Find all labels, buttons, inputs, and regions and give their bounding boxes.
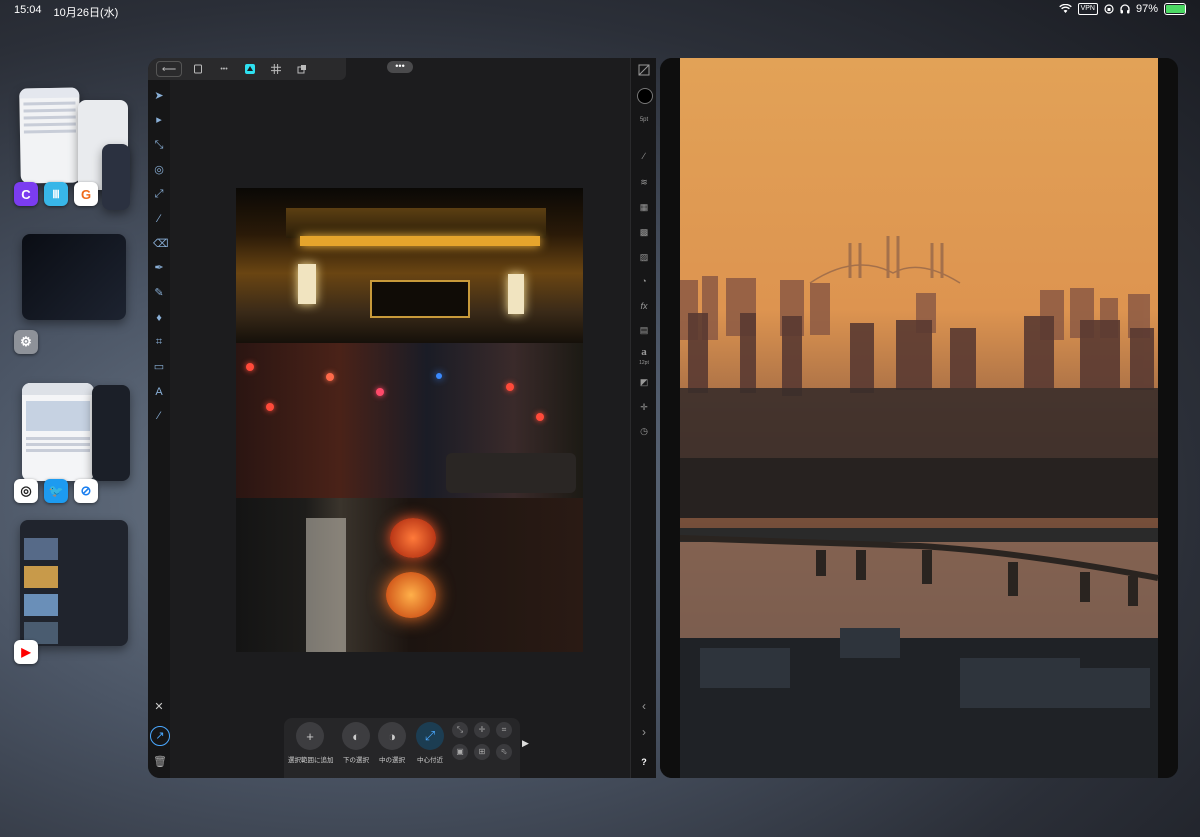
- brush-panel-icon[interactable]: ∕: [638, 150, 650, 162]
- rectangle-tool-icon[interactable]: ▭: [153, 361, 165, 373]
- app-card-mini[interactable]: [102, 144, 130, 210]
- snap-icon-2[interactable]: ✛: [474, 722, 490, 738]
- add-to-selection-button[interactable]: + 選択範囲に追加: [288, 722, 334, 764]
- pen-tool-icon[interactable]: ✒: [153, 262, 165, 274]
- node-tool-icon[interactable]: ▸: [153, 114, 165, 126]
- snap-icon-5[interactable]: ⊞: [474, 744, 490, 760]
- context-toolbar: + 選択範囲に追加 ◐ 下の選択 ◑ 中の選択 ⤢ 中心付近 ⤡ ✛ ⌗ ▣ ⊞…: [284, 718, 520, 778]
- app-group-4[interactable]: ▶: [14, 520, 130, 664]
- swatches-icon[interactable]: ▩: [638, 226, 650, 238]
- photo-gate[interactable]: [236, 188, 583, 343]
- add-to-selection-label: 選択範囲に追加: [288, 757, 334, 764]
- center-button[interactable]: ⤢ 中心付近: [408, 722, 452, 764]
- document-icon[interactable]: [188, 62, 208, 76]
- crop-artboard-icon[interactable]: ⤡: [153, 139, 165, 151]
- next-icon[interactable]: ›: [638, 726, 650, 738]
- crop-tool-icon[interactable]: ⌗: [153, 336, 165, 348]
- left-tool-panel: ➤ ▸ ⤡ ◎ ⤢ ∕ ⌫ ✒ ✎ ♦ ⌗ ▭ A ⁄ ✕ ↗ 🗑: [148, 80, 170, 778]
- multitask-handle[interactable]: •••: [387, 61, 413, 73]
- color-swatch-icon[interactable]: [637, 88, 653, 104]
- right-tool-panel: 5pt ∕ ≋ ▦ ▩ ▨ ◔ fx ▤ a 12pt ◩ ✛ ◷ ‹ › ?: [630, 58, 656, 778]
- snap-icon-3[interactable]: ⌗: [496, 722, 512, 738]
- brush-icon[interactable]: ∕: [153, 213, 165, 225]
- navigator-icon[interactable]: ✛: [638, 401, 650, 413]
- transform-panel-icon[interactable]: ◩: [638, 376, 650, 388]
- opera-app-icon[interactable]: ◎: [14, 479, 38, 503]
- settings-app-icon[interactable]: ⚙: [14, 330, 38, 354]
- pencil-tool-icon[interactable]: ✎: [153, 287, 165, 299]
- app-card-youtube[interactable]: [20, 520, 128, 646]
- snap-icon-4[interactable]: ▣: [452, 744, 468, 760]
- app-card-browser[interactable]: [22, 383, 94, 481]
- wifi-icon: [1058, 4, 1072, 13]
- battery-percent: 97%: [1135, 3, 1158, 15]
- layers-icon[interactable]: ≋: [638, 176, 650, 188]
- photo-editor-window: ⟵ ••• ••• ➤ ▸ ⤡ ◎ ⤢ ∕ ⌫ ✒ ✎ ♦ ⌗ ▭ A ⁄ ✕ …: [148, 58, 656, 778]
- select-under-icon: ◐: [342, 722, 370, 750]
- app-group-2[interactable]: ⚙: [14, 234, 130, 359]
- app-group-1[interactable]: C Ⅲ G: [14, 87, 130, 213]
- bars-app-icon[interactable]: Ⅲ: [44, 182, 68, 206]
- add-icon: +: [296, 722, 324, 750]
- eraser-icon[interactable]: ⌫: [153, 238, 169, 250]
- center-icon: ⤢: [416, 722, 444, 750]
- snap-icon-6[interactable]: ⬁: [496, 744, 512, 760]
- adjust-icon[interactable]: ▦: [638, 201, 650, 213]
- photo-alley[interactable]: [236, 343, 583, 498]
- battery-level: [1166, 5, 1186, 13]
- status-date: 10月26日(水): [53, 7, 119, 19]
- select-inside-icon: ◑: [378, 722, 406, 750]
- status-bar: 15:04 10月26日(水) VPN 97%: [0, 0, 1200, 20]
- photo-viewer-window[interactable]: [660, 58, 1178, 778]
- app-card-twitter[interactable]: [92, 385, 130, 481]
- color-picker-icon[interactable]: ⁄: [153, 410, 165, 422]
- battery-charging-icon: [1164, 3, 1186, 15]
- assist-icon[interactable]: ↗: [150, 726, 170, 746]
- styles-icon[interactable]: ◔: [638, 275, 650, 287]
- move-tool-icon[interactable]: ➤: [153, 90, 165, 102]
- app-card-notes[interactable]: [19, 87, 81, 184]
- help-icon[interactable]: ?: [638, 756, 650, 768]
- trash-icon[interactable]: 🗑: [153, 756, 167, 768]
- more-icon[interactable]: •••: [214, 62, 234, 76]
- export-icon[interactable]: [292, 62, 312, 76]
- vpn-badge: VPN: [1077, 3, 1098, 15]
- rotate-icon[interactable]: ◎: [153, 164, 165, 176]
- effects-icon[interactable]: ▨: [638, 251, 650, 263]
- text-style-icon[interactable]: ▤: [638, 324, 650, 336]
- grid-icon[interactable]: [266, 62, 286, 76]
- editor-toolbar: ⟵ •••: [148, 58, 346, 80]
- photo-lantern[interactable]: [236, 498, 583, 652]
- city-sunset-photo: [660, 58, 1178, 778]
- history-icon[interactable]: ◷: [638, 425, 650, 437]
- center-label: 中心付近: [417, 757, 443, 764]
- expand-arrow-icon[interactable]: ▶: [522, 738, 529, 749]
- close-icon[interactable]: ✕: [153, 701, 165, 713]
- stroke-label[interactable]: 5pt: [638, 114, 650, 126]
- goodnotes-app-icon[interactable]: G: [74, 182, 98, 206]
- character-size-label: 12pt: [639, 360, 649, 366]
- app-group-3[interactable]: ◎ 🐦 ⊘: [14, 383, 130, 508]
- lock-rotation-icon: [1104, 4, 1114, 14]
- youtube-app-icon[interactable]: ▶: [14, 640, 38, 664]
- safari-app-icon[interactable]: ⊘: [74, 479, 98, 503]
- layers-toggle-icon[interactable]: [638, 64, 650, 76]
- prev-icon[interactable]: ‹: [638, 700, 650, 712]
- app-card-settings[interactable]: [22, 234, 126, 320]
- persona-photo-icon[interactable]: [240, 62, 260, 76]
- fx-icon[interactable]: fx: [638, 300, 650, 312]
- back-arrow-icon[interactable]: ⟵: [156, 61, 182, 77]
- snap-icon-1[interactable]: ⤡: [452, 722, 468, 738]
- text-frame-icon[interactable]: A: [153, 386, 165, 398]
- fill-icon[interactable]: ♦: [153, 312, 165, 324]
- twitter-app-icon[interactable]: 🐦: [44, 479, 68, 503]
- document-canvas[interactable]: [236, 188, 583, 652]
- status-time: 15:04: [14, 4, 42, 16]
- craft-app-icon[interactable]: C: [14, 182, 38, 206]
- transform-icon[interactable]: ⤢: [153, 188, 165, 200]
- headphones-icon: [1120, 4, 1130, 14]
